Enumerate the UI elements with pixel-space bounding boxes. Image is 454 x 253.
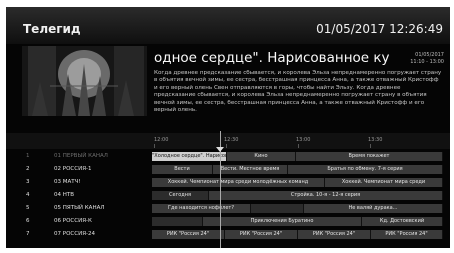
program-cell[interactable]: Где находится нофелет? (152, 204, 251, 213)
time-label: 13:30 (368, 137, 383, 143)
program-cell[interactable]: Время покажет (296, 152, 443, 161)
timeline-header: 12:00 12:30 13:00 13:30 (6, 133, 450, 149)
program-cell[interactable]: Хоккей. Чемпионат мира среди молодёжных … (152, 178, 325, 187)
channel-number: 6 (26, 218, 30, 224)
program-cell[interactable]: Вести. Местное время (213, 165, 288, 174)
timeline-tick (154, 144, 155, 148)
channel-name: 03 МАТЧ! (54, 179, 81, 185)
channel-name: 05 ПЯТЫЙ КАНАЛ (54, 205, 105, 211)
channel-row[interactable]: 6 06 РОССИЯ-К Приключения Буратино Кд. Д… (6, 216, 450, 227)
preview-thumbnail (22, 46, 147, 116)
channel-name: 04 НТВ (54, 192, 75, 198)
channel-row[interactable]: 7 07 РОССИЯ-24 РИК "Россия 24" РИК "Росс… (6, 229, 450, 240)
channel-number: 2 (26, 166, 30, 172)
channel-row[interactable]: 4 04 НТВ Сегодня Стройка. 10-я - 12-я се… (6, 190, 450, 201)
program-title: одное сердце". Нарисованное ку (154, 50, 390, 66)
tv-screen: Телегид 01/05/2017 12:26:49 одное сердце… (6, 7, 450, 248)
channel-row[interactable]: 1 01 ПЕРВЫЙ КАНАЛ "Холодное сердце". Нар… (6, 151, 450, 162)
current-time-marker (216, 147, 224, 152)
channel-number: 3 (26, 179, 30, 185)
program-description: Когда древнее предсказание сбывается, и … (154, 70, 442, 114)
program-cell[interactable]: Не валяй дурака... (304, 204, 443, 213)
app-title: Телегид (23, 22, 81, 36)
program-cell[interactable] (251, 204, 304, 213)
program-date-day: 01/05/2017 (415, 52, 444, 58)
program-cell[interactable]: РИК "Россия 24" (371, 230, 443, 239)
program-date: 01/05/2017 11:10 - 13:00 (390, 52, 444, 66)
program-cell[interactable]: Стройка. 10-я - 12-я серия (209, 191, 443, 200)
program-cell[interactable]: Сегодня (152, 191, 209, 200)
channel-row[interactable]: 5 05 ПЯТЫЙ КАНАЛ Где находится нофелет? … (6, 203, 450, 214)
timeline-tick (226, 144, 227, 148)
channel-name: 06 РОССИЯ-К (54, 218, 92, 224)
program-cell[interactable]: Хоккей. Чемпионат мира среди (325, 178, 443, 187)
program-cell[interactable]: РИК "Россия 24" (225, 230, 298, 239)
channel-row[interactable]: 2 02 РОССИЯ-1 Вести Вести. Местное время… (6, 164, 450, 175)
channel-number: 7 (26, 231, 30, 237)
channel-number: 5 (26, 205, 30, 211)
program-cell[interactable]: Вести (152, 165, 213, 174)
program-cell-selected[interactable]: "Холодное сердце". Нарисованное кино (152, 152, 227, 161)
time-label: 12:30 (224, 137, 239, 143)
date-time: 01/05/2017 12:26:49 (316, 22, 443, 36)
channel-number: 4 (26, 192, 30, 198)
channel-name: 07 РОССИЯ-24 (54, 231, 95, 237)
program-cell[interactable]: РИК "Россия 24" (298, 230, 371, 239)
channel-number: 1 (26, 153, 30, 159)
time-label: 12:00 (154, 137, 169, 143)
channel-row[interactable]: 3 03 МАТЧ! Хоккей. Чемпионат мира среди … (6, 177, 450, 188)
program-cell[interactable]: Братья по обмену. 7-я серия (288, 165, 443, 174)
program-cell[interactable]: Кино (227, 152, 296, 161)
preview-image (22, 46, 147, 116)
top-bar: Телегид 01/05/2017 12:26:49 (6, 7, 450, 44)
program-time-range: 11:10 - 13:00 (410, 59, 444, 65)
program-cell[interactable]: РИК "Россия 24" (152, 230, 225, 239)
timeline-tick (370, 144, 371, 148)
channel-name: 02 РОССИЯ-1 (54, 166, 92, 172)
time-label: 13:00 (296, 137, 311, 143)
channel-name: 01 ПЕРВЫЙ КАНАЛ (54, 153, 108, 159)
program-cell[interactable] (152, 217, 203, 226)
timeline-tick (298, 144, 299, 148)
program-cell[interactable]: Приключения Буратино (203, 217, 362, 226)
program-cell[interactable]: Кд. Достоевский (362, 217, 443, 226)
